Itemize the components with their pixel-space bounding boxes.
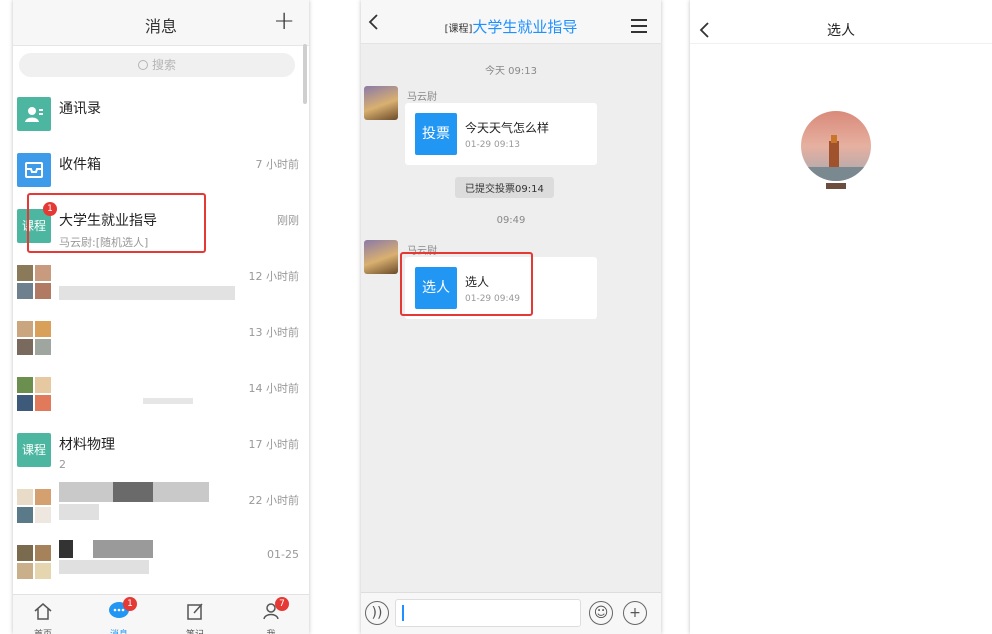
- list-item-name: 通讯录: [59, 101, 101, 117]
- redacted-text: [113, 482, 153, 502]
- list-item-time: 7 小时前: [255, 158, 300, 171]
- voice-icon[interactable]: )): [365, 601, 389, 625]
- redacted-text: [59, 540, 73, 558]
- chat-title-text: 大学生就业指导: [472, 18, 578, 36]
- list-item-name: 材料物理: [59, 437, 115, 453]
- card-title: 今天天气怎么样: [465, 121, 550, 135]
- page-title: 选人: [827, 23, 855, 39]
- group-avatar: [17, 377, 51, 411]
- list-item-time: 17 小时前: [248, 438, 300, 451]
- tab-label: 笔记: [175, 627, 215, 634]
- tab-notes[interactable]: 笔记: [175, 599, 215, 634]
- vote-icon: 投票: [415, 113, 457, 155]
- group-avatar: [17, 265, 51, 299]
- list-item[interactable]: 22 小时前: [13, 480, 303, 536]
- contacts-icon: [17, 97, 51, 131]
- unread-badge: 7: [275, 597, 289, 611]
- redacted-text: [93, 540, 153, 558]
- list-item-time: 01-25: [267, 548, 299, 561]
- group-avatar: [17, 489, 51, 523]
- tab-messages[interactable]: 1 消息: [99, 597, 139, 634]
- plus-icon[interactable]: +: [273, 6, 295, 36]
- unread-badge: 1: [123, 597, 137, 611]
- timestamp: 今天 09:13: [485, 66, 537, 77]
- chat-input-bar: )) ☺ +: [361, 592, 661, 634]
- inbox-icon: [17, 153, 51, 187]
- selected-person-avatar: [801, 111, 871, 181]
- pick-person-panel: 选人: [690, 0, 992, 634]
- text-caret: [402, 605, 404, 621]
- chat-title-tag: [课程]: [444, 24, 473, 35]
- sender-avatar: [364, 86, 398, 120]
- group-avatar: [17, 321, 51, 355]
- list-item-course[interactable]: 课程 材料物理 2 17 小时前: [13, 424, 303, 480]
- list-item-time: 12 小时前: [248, 270, 300, 283]
- redacted-text: [59, 560, 149, 574]
- search-input[interactable]: 搜索: [19, 53, 295, 77]
- chat-title: [课程]大学生就业指导: [361, 16, 661, 37]
- list-item-contacts[interactable]: 通讯录: [13, 88, 303, 144]
- messages-header: 消息 +: [13, 0, 309, 46]
- timestamp: 09:49: [496, 215, 526, 226]
- page-title: 消息: [144, 17, 177, 36]
- list-item-time: 刚刚: [277, 214, 299, 227]
- bottom-tab-bar: 首页 1 消息 笔记 7 我: [13, 594, 309, 634]
- sender-avatar: [364, 240, 398, 274]
- course-avatar: 课程: [17, 433, 51, 467]
- tab-label: 消息: [99, 627, 139, 634]
- search-placeholder: 搜索: [151, 58, 176, 72]
- tab-home[interactable]: 首页: [23, 599, 63, 634]
- message-input[interactable]: [395, 599, 581, 627]
- list-item-time: 22 小时前: [248, 494, 300, 507]
- redacted-text: [143, 398, 193, 404]
- list-item-preview: 2: [59, 458, 66, 471]
- pick-header: 选人: [690, 0, 992, 44]
- highlight-box: [27, 193, 206, 253]
- highlight-box: [400, 252, 533, 316]
- chat-panel: [课程]大学生就业指导 今天 09:13 马云尉 投票 今天天气怎么样 01-2…: [361, 0, 661, 634]
- note-icon: [187, 603, 203, 620]
- emoji-icon[interactable]: ☺: [589, 601, 613, 625]
- card-time: 01-29 09:13: [465, 140, 520, 150]
- messages-panel: 消息 + 搜索 通讯录 收件箱 7 小时前 课程 1 大学生就业指导 马云尉:[…: [13, 0, 309, 634]
- tab-me[interactable]: 7 我: [251, 597, 291, 634]
- list-item[interactable]: 12 小时前: [13, 256, 303, 312]
- tab-label: 我: [251, 627, 291, 634]
- group-avatar: [17, 545, 51, 579]
- search-icon: [137, 60, 148, 70]
- menu-icon[interactable]: [631, 19, 647, 37]
- sender-name: 马云尉: [407, 92, 437, 103]
- system-notice: 已提交投票09:14: [455, 177, 554, 198]
- chat-header: [课程]大学生就业指导: [361, 0, 661, 44]
- redacted-text: [59, 504, 99, 520]
- scrollbar[interactable]: [303, 44, 307, 104]
- tab-label: 首页: [23, 627, 63, 634]
- list-item-inbox[interactable]: 收件箱 7 小时前: [13, 144, 303, 200]
- list-item-time: 14 小时前: [248, 382, 300, 395]
- vote-card[interactable]: 投票 今天天气怎么样 01-29 09:13: [405, 103, 597, 165]
- list-item[interactable]: 14 小时前: [13, 368, 303, 424]
- list-item-name: 收件箱: [59, 157, 101, 173]
- home-icon: [34, 603, 52, 620]
- list-item[interactable]: 13 小时前: [13, 312, 303, 368]
- plus-circle-icon[interactable]: +: [623, 601, 647, 625]
- avatar-base: [826, 183, 846, 189]
- redacted-text: [59, 286, 235, 300]
- list-item-time: 13 小时前: [248, 326, 300, 339]
- list-item[interactable]: 01-25: [13, 536, 303, 592]
